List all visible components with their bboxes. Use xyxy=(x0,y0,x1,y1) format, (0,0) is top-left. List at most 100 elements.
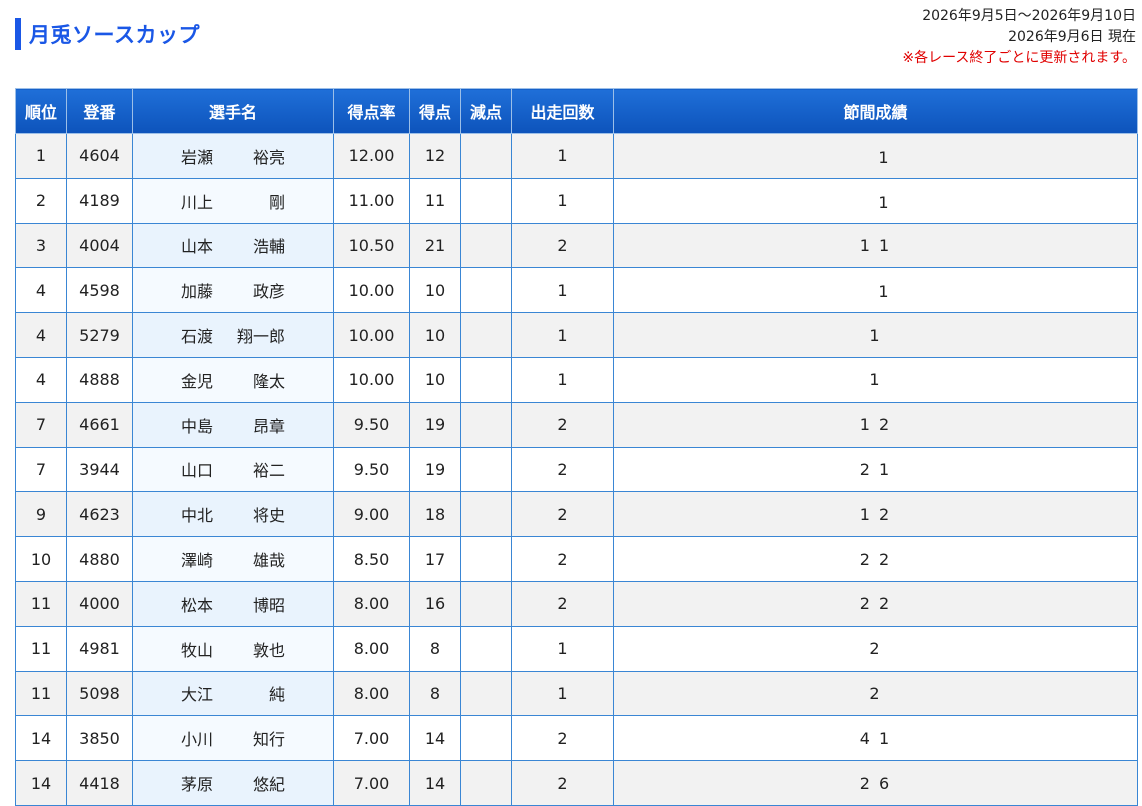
deduction-cell xyxy=(460,715,512,762)
series-results-cell: 1 xyxy=(613,133,1138,179)
update-notice: ※各レース終了ごとに更新されます。 xyxy=(902,50,1136,66)
points-cell: 19 xyxy=(409,446,461,493)
point-rate-cell: 8.50 xyxy=(333,536,410,582)
reg-no-cell: 4189 xyxy=(66,177,133,224)
table-row: 7 3944 山口 裕二 9.50 19 2 2 1 xyxy=(15,446,1138,493)
racer-name: 石渡 翔一郎 xyxy=(181,323,285,347)
points-cell: 14 xyxy=(409,715,461,762)
racer-name-cell: 川上 剛 xyxy=(132,177,334,224)
deduction-cell xyxy=(460,625,512,672)
series-results-cell: 1 2 xyxy=(613,401,1138,448)
reg-no-cell: 4604 xyxy=(66,133,133,179)
rank-cell: 2 xyxy=(15,177,67,224)
table-row: 3 4004 山本 浩輔 10.50 21 2 1 1 xyxy=(15,222,1138,269)
starts-cell: 1 xyxy=(511,267,614,314)
date-range: 2026年9月5日〜2026年9月10日 xyxy=(922,8,1136,24)
racer-name-cell: 山口 裕二 xyxy=(132,446,334,493)
racer-first-name: 浩輔 xyxy=(252,237,285,257)
points-cell: 21 xyxy=(409,222,461,269)
points-cell: 16 xyxy=(409,580,461,627)
meta-info: 2026年9月5日〜2026年9月10日 2026年9月6日 現在 ※各レース終… xyxy=(902,6,1136,69)
racer-last-name: 小川 xyxy=(181,730,214,750)
starts-cell: 2 xyxy=(511,715,614,762)
point-rate-cell: 9.50 xyxy=(333,401,410,448)
racer-name: 金児 隆太 xyxy=(181,368,285,392)
starts-cell: 1 xyxy=(511,356,614,403)
racer-name-cell: 金児 隆太 xyxy=(132,356,334,403)
point-rate-cell: 7.00 xyxy=(333,760,410,806)
rank-cell: 1 xyxy=(15,133,67,179)
reg-no-cell: 4661 xyxy=(66,401,133,448)
table-row: 10 4880 澤崎 雄哉 8.50 17 2 2 2 xyxy=(15,536,1138,582)
series-results-cell: 1 xyxy=(613,356,1138,403)
racer-last-name: 茅原 xyxy=(181,775,214,795)
page-title: 月兎ソースカップ xyxy=(29,23,200,47)
rank-cell: 7 xyxy=(15,446,67,493)
points-cell: 10 xyxy=(409,312,461,358)
series-results-cell: 1 2 xyxy=(613,491,1138,538)
racer-first-name: 昂章 xyxy=(252,416,285,436)
reg-no-cell: 4004 xyxy=(66,222,133,269)
reg-no-cell: 5098 xyxy=(66,670,133,717)
rank-cell: 11 xyxy=(15,580,67,627)
reg-no-cell: 4598 xyxy=(66,267,133,314)
series-results-cell: 4 1 xyxy=(613,715,1138,762)
racer-name: 川上 剛 xyxy=(181,189,285,213)
racer-name: 中北 将史 xyxy=(181,502,285,526)
racer-last-name: 加藤 xyxy=(181,282,214,302)
series-results-cell: 2 2 xyxy=(613,580,1138,627)
point-rate-cell: 11.00 xyxy=(333,177,410,224)
racer-last-name: 澤崎 xyxy=(181,551,214,571)
reg-no-cell: 4000 xyxy=(66,580,133,627)
points-cell: 12 xyxy=(409,133,461,179)
table-row: 14 4418 茅原 悠紀 7.00 14 2 2 6 xyxy=(15,760,1138,806)
starts-cell: 1 xyxy=(511,625,614,672)
racer-last-name: 山口 xyxy=(181,461,214,481)
racer-first-name: 裕亮 xyxy=(252,147,285,167)
starts-cell: 2 xyxy=(511,401,614,448)
racer-name-cell: 中北 将史 xyxy=(132,491,334,538)
series-results-cell: 2 xyxy=(613,670,1138,717)
rank-cell: 4 xyxy=(15,312,67,358)
rank-cell: 9 xyxy=(15,491,67,538)
racer-name: 中島 昂章 xyxy=(181,413,285,437)
rank-cell: 4 xyxy=(15,356,67,403)
deduction-cell xyxy=(460,536,512,582)
series-results-cell: 1 xyxy=(613,267,1138,314)
point-rate-cell: 8.00 xyxy=(333,625,410,672)
rank-cell: 11 xyxy=(15,670,67,717)
racer-first-name: 将史 xyxy=(252,506,285,526)
table-row: 1 4604 岩瀬 裕亮 12.00 12 1 1 xyxy=(15,133,1138,179)
racer-last-name: 中北 xyxy=(181,506,214,526)
racer-first-name: 博昭 xyxy=(252,595,285,615)
reg-no-cell: 4981 xyxy=(66,625,133,672)
series-results-cell: 2 2 xyxy=(613,536,1138,582)
starts-cell: 1 xyxy=(511,670,614,717)
col-header-series-results: 節間成績 xyxy=(613,88,1138,134)
point-rate-cell: 8.00 xyxy=(333,580,410,627)
page-title-bar: 月兎ソースカップ xyxy=(15,18,200,50)
racer-name-cell: 松本 博昭 xyxy=(132,580,334,627)
points-cell: 8 xyxy=(409,625,461,672)
points-cell: 17 xyxy=(409,536,461,582)
racer-last-name: 山本 xyxy=(181,237,214,257)
racer-name: 加藤 政彦 xyxy=(181,278,285,302)
racer-name-cell: 茅原 悠紀 xyxy=(132,760,334,806)
table-row: 7 4661 中島 昂章 9.50 19 2 1 2 xyxy=(15,401,1138,448)
points-cell: 10 xyxy=(409,267,461,314)
racer-last-name: 大江 xyxy=(181,685,214,705)
racer-last-name: 石渡 xyxy=(181,327,214,347)
racer-name: 小川 知行 xyxy=(181,726,285,750)
racer-name-cell: 中島 昂章 xyxy=(132,401,334,448)
rank-cell: 7 xyxy=(15,401,67,448)
series-results-cell: 1 1 xyxy=(613,222,1138,269)
reg-no-cell: 4888 xyxy=(66,356,133,403)
table-row: 14 3850 小川 知行 7.00 14 2 4 1 xyxy=(15,715,1138,762)
deduction-cell xyxy=(460,312,512,358)
racer-first-name: 悠紀 xyxy=(252,775,285,795)
racer-name-cell: 澤崎 雄哉 xyxy=(132,536,334,582)
deduction-cell xyxy=(460,491,512,538)
point-rate-cell: 10.00 xyxy=(333,312,410,358)
racer-last-name: 松本 xyxy=(181,595,214,615)
starts-cell: 1 xyxy=(511,312,614,358)
